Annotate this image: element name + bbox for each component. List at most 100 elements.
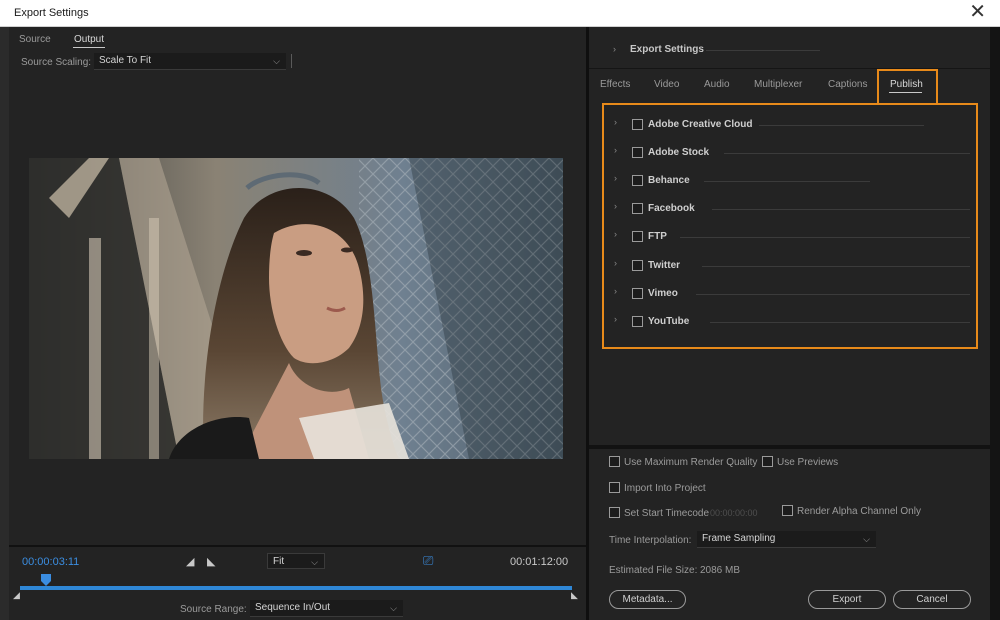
import-into-project-checkbox[interactable] <box>609 482 620 493</box>
header-rule <box>706 50 820 51</box>
tab-multiplexer[interactable]: Multiplexer <box>754 79 802 90</box>
source-scaling-label: Source Scaling: <box>21 57 92 68</box>
list-item-youtube[interactable]: › YouTube <box>614 312 974 332</box>
current-timecode[interactable]: 00:00:03:11 <box>22 556 79 568</box>
source-range-dropdown[interactable]: Sequence In/Out ⌵ <box>250 600 403 617</box>
publish-destinations-panel: › Adobe Creative Cloud › Adobe Stock › B… <box>602 103 978 349</box>
use-previews-checkbox[interactable] <box>762 456 773 467</box>
export-button[interactable]: Export <box>808 590 886 609</box>
timeline-track[interactable] <box>20 586 572 590</box>
chevron-down-icon: ⌵ <box>311 557 318 567</box>
row-rule <box>724 153 970 154</box>
close-icon[interactable]: ✕ <box>969 2 986 22</box>
range-start-marker-icon[interactable]: ◢ <box>13 590 20 601</box>
max-render-quality-label: Use Maximum Render Quality <box>624 457 758 468</box>
import-into-project-label: Import Into Project <box>624 483 706 494</box>
tab-audio[interactable]: Audio <box>704 79 730 90</box>
list-item-ftp[interactable]: › FTP <box>614 227 974 247</box>
list-item-vimeo[interactable]: › Vimeo <box>614 284 974 304</box>
row-rule <box>696 294 970 295</box>
destination-label: Behance <box>648 175 690 186</box>
use-previews-label: Use Previews <box>777 457 839 468</box>
destination-label: Adobe Creative Cloud <box>648 119 753 130</box>
start-timecode-field[interactable]: 00:00:00:00 <box>710 508 758 518</box>
zoom-fit-value: Fit <box>273 556 285 567</box>
checkbox-ftp[interactable] <box>632 231 643 242</box>
options-separator <box>589 445 990 449</box>
chevron-right-icon[interactable]: › <box>613 44 616 54</box>
render-alpha-label: Render Alpha Channel Only <box>797 506 921 517</box>
source-scaling-dropdown[interactable]: Scale To Fit ⌵ <box>94 53 286 70</box>
zoom-fit-dropdown[interactable]: Fit ⌵ <box>267 553 325 569</box>
tab-captions[interactable]: Captions <box>828 79 867 90</box>
destination-label: Adobe Stock <box>648 147 710 158</box>
chevron-right-icon[interactable]: › <box>614 314 617 324</box>
destination-label: Facebook <box>648 203 695 214</box>
tab-publish[interactable]: Publish <box>890 79 923 90</box>
set-in-point-icon[interactable]: ◢ <box>186 555 194 568</box>
chevron-right-icon[interactable]: › <box>614 258 617 268</box>
end-timecode: 00:01:12:00 <box>510 556 569 568</box>
tab-source[interactable]: Source <box>19 34 51 45</box>
checkbox-vimeo[interactable] <box>632 288 643 299</box>
background-panel-strip <box>0 27 9 620</box>
row-rule <box>704 181 870 182</box>
tab-effects[interactable]: Effects <box>600 79 630 90</box>
list-item-adobe-stock[interactable]: › Adobe Stock <box>614 143 974 163</box>
set-start-timecode-checkbox[interactable] <box>609 507 620 518</box>
tab-video[interactable]: Video <box>654 79 679 90</box>
list-item-behance[interactable]: › Behance <box>614 171 974 191</box>
cancel-button[interactable]: Cancel <box>893 590 971 609</box>
toolbar-divider <box>291 54 292 68</box>
checkbox-youtube[interactable] <box>632 316 643 327</box>
time-interpolation-label: Time Interpolation: <box>609 535 692 546</box>
playhead-handle[interactable] <box>40 574 51 586</box>
destination-label: Twitter <box>648 260 681 271</box>
destination-label: Vimeo <box>648 288 678 299</box>
set-out-point-icon[interactable]: ◣ <box>207 555 215 568</box>
chevron-right-icon[interactable]: › <box>614 286 617 296</box>
checkbox-behance[interactable] <box>632 175 643 186</box>
list-item-twitter[interactable]: › Twitter <box>614 256 974 276</box>
checkbox-adobe-stock[interactable] <box>632 147 643 158</box>
source-scaling-value: Scale To Fit <box>99 55 152 66</box>
chevron-right-icon[interactable]: › <box>614 145 617 155</box>
checkbox-adobe-creative-cloud[interactable] <box>632 119 643 130</box>
render-alpha-checkbox[interactable] <box>782 505 793 516</box>
export-settings-header[interactable]: Export Settings <box>630 44 704 55</box>
chevron-down-icon: ⌵ <box>863 534 870 544</box>
chevron-right-icon[interactable]: › <box>614 173 617 183</box>
row-rule <box>680 237 970 238</box>
chevron-right-icon[interactable]: › <box>614 117 617 127</box>
source-range-label: Source Range: <box>180 604 247 615</box>
right-edge-strip <box>990 27 1000 620</box>
file-size-value: 2086 MB <box>700 565 741 576</box>
checkbox-facebook[interactable] <box>632 203 643 214</box>
file-size-label: Estimated File Size: <box>609 565 698 576</box>
source-range-value: Sequence In/Out <box>255 602 331 613</box>
chevron-right-icon[interactable]: › <box>614 201 617 211</box>
chevron-right-icon[interactable]: › <box>614 229 617 239</box>
range-end-marker-icon[interactable]: ◣ <box>571 590 578 601</box>
aspect-ratio-icon[interactable]: ⎚ <box>423 553 433 569</box>
chevron-down-icon: ⌵ <box>390 603 397 613</box>
destination-label: FTP <box>648 231 667 242</box>
title-bar: Export Settings ✕ <box>0 0 1000 27</box>
list-item-facebook[interactable]: › Facebook <box>614 199 974 219</box>
video-frame-image <box>29 158 563 459</box>
row-rule <box>759 125 924 126</box>
tab-output[interactable]: Output <box>74 34 104 45</box>
metadata-button[interactable]: Metadata... <box>609 590 686 609</box>
playhead-icon <box>40 574 51 586</box>
set-start-timecode-label: Set Start Timecode <box>624 508 710 519</box>
list-item-adobe-creative-cloud[interactable]: › Adobe Creative Cloud <box>614 115 974 135</box>
row-rule <box>710 322 970 323</box>
checkbox-twitter[interactable] <box>632 260 643 271</box>
window-title: Export Settings <box>14 7 89 19</box>
max-render-quality-checkbox[interactable] <box>609 456 620 467</box>
tab-publish-underline <box>889 92 922 93</box>
row-rule <box>712 209 970 210</box>
timeline-separator <box>9 545 586 547</box>
tab-output-underline <box>73 47 105 48</box>
time-interpolation-dropdown[interactable]: Frame Sampling ⌵ <box>697 531 876 548</box>
